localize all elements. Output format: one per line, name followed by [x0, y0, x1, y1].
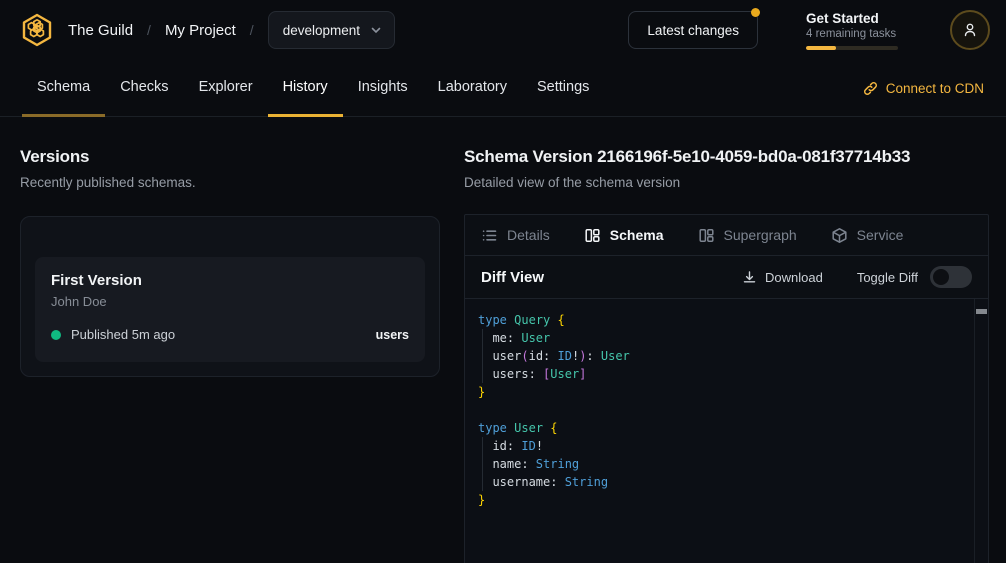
version-detail-subtitle: Detailed view of the schema version [464, 175, 989, 190]
nav-tab-schema[interactable]: Schema [22, 60, 105, 117]
version-meta-row: Published 5m ago users [51, 327, 409, 342]
hive-logo-icon[interactable] [16, 9, 58, 51]
nav-spacer [604, 60, 862, 116]
nav-tab-insights[interactable]: Insights [343, 60, 423, 117]
tab-details[interactable]: Details [481, 227, 550, 244]
versions-title: Versions [20, 147, 440, 167]
diff-view-title: Diff View [481, 269, 544, 286]
breadcrumb-org[interactable]: The Guild [68, 22, 133, 39]
version-detail-panel: Details Schema Supergr [464, 214, 989, 563]
connect-to-cdn-button[interactable]: Connect to CDN [863, 60, 984, 116]
nav-tab-settings[interactable]: Settings [522, 60, 604, 117]
indent-guide [482, 329, 483, 383]
columns-icon [698, 227, 715, 244]
code-lines: type Query { me: User user(id: ID!): Use… [478, 311, 958, 509]
columns-icon [584, 227, 601, 244]
diff-toolbar: Diff View Download Toggle Diff [465, 256, 988, 299]
code-scrollbar[interactable] [974, 299, 988, 563]
nav-tab-explorer[interactable]: Explorer [184, 60, 268, 117]
target-select[interactable]: development [268, 11, 395, 49]
toggle-diff-label: Toggle Diff [857, 270, 918, 285]
code-scrollbar-thumb[interactable] [976, 309, 987, 314]
user-avatar[interactable] [950, 10, 990, 50]
cube-icon [831, 227, 848, 244]
latest-changes-button[interactable]: Latest changes [628, 11, 758, 49]
get-started-widget[interactable]: Get Started 4 remaining tasks [806, 11, 898, 50]
notification-dot [751, 8, 760, 17]
nav-tab-laboratory[interactable]: Laboratory [423, 60, 522, 117]
versions-subtitle: Recently published schemas. [20, 175, 440, 190]
download-icon [742, 270, 757, 285]
connect-to-cdn-label: Connect to CDN [886, 81, 984, 96]
breadcrumb-separator: / [147, 22, 151, 38]
get-started-progress-track [806, 46, 898, 50]
toggle-diff-switch[interactable] [930, 266, 972, 288]
version-service-badge: users [376, 328, 409, 342]
app-header: The Guild / My Project / development Lat… [0, 0, 1006, 60]
toggle-diff-control: Toggle Diff [857, 266, 972, 288]
nav-tab-history[interactable]: History [268, 60, 343, 117]
target-nav: Schema Checks Explorer History Insights … [0, 60, 1006, 117]
switch-knob [933, 269, 949, 285]
version-name: First Version [51, 272, 409, 289]
target-select-value: development [283, 23, 360, 38]
schema-code-viewer[interactable]: type Query { me: User user(id: ID!): Use… [465, 299, 988, 563]
chevron-down-icon [370, 24, 382, 36]
list-icon [481, 227, 498, 244]
download-button[interactable]: Download [742, 270, 823, 285]
get-started-title: Get Started [806, 11, 898, 26]
breadcrumb-project[interactable]: My Project [165, 22, 236, 39]
published-status-dot [51, 330, 61, 340]
link-icon [863, 81, 878, 96]
versions-list-card: First Version John Doe Published 5m ago … [20, 216, 440, 377]
version-list-item[interactable]: First Version John Doe Published 5m ago … [35, 257, 425, 362]
version-status: Published 5m ago [71, 327, 175, 342]
latest-changes-label: Latest changes [647, 23, 739, 38]
version-detail-column: Schema Version 2166196f-5e10-4059-bd0a-0… [460, 117, 989, 563]
version-detail-tabs: Details Schema Supergr [465, 215, 988, 256]
indent-guide [482, 437, 483, 491]
breadcrumb-separator: / [250, 22, 254, 38]
version-author: John Doe [51, 294, 409, 309]
download-label: Download [765, 270, 823, 285]
versions-column: Versions Recently published schemas. Fir… [0, 117, 460, 563]
version-detail-title: Schema Version 2166196f-5e10-4059-bd0a-0… [464, 147, 989, 167]
get-started-progress-fill [806, 46, 836, 50]
tab-service[interactable]: Service [831, 227, 904, 244]
person-icon [961, 21, 979, 39]
breadcrumb: The Guild / My Project / [68, 22, 254, 39]
tab-schema[interactable]: Schema [584, 227, 664, 244]
tab-supergraph[interactable]: Supergraph [698, 227, 797, 244]
main-content: Versions Recently published schemas. Fir… [0, 117, 1006, 563]
nav-tab-checks[interactable]: Checks [105, 60, 183, 117]
get-started-subtitle: 4 remaining tasks [806, 28, 898, 40]
